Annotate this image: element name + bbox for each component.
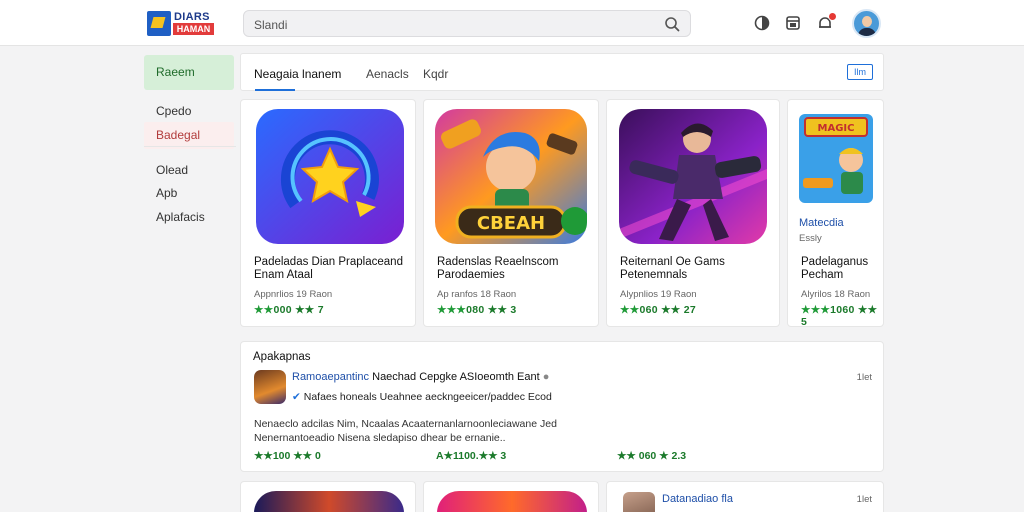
game-card[interactable]: Reiternanl Oe Gams Petenemnals Alypnlios… (606, 99, 780, 327)
reviewer-avatar[interactable] (623, 492, 655, 512)
game-rating: ★★060 ★★ 27 (620, 304, 697, 316)
review-subheader-text: Nafaes honeals Ueahnee aeckngeeicer/padd… (303, 391, 552, 403)
top-bar: DIARS HAMAN Slandi (0, 0, 1024, 46)
game-category: Essly (799, 233, 822, 244)
notification-badge (828, 12, 837, 21)
review-card[interactable]: Datanadiao fla 1let (606, 481, 884, 512)
game-card[interactable]: MAGIC Matecdia Essly Padelaganus Pecham … (787, 99, 884, 327)
tabs-bar: Neagaia lnanem Aenacls Kqdr Ilm (240, 53, 884, 91)
game-card[interactable] (423, 481, 599, 512)
game-title: Padeladas Dian Praplaceand Enam Ataal (254, 256, 403, 281)
reviewer-avatar[interactable] (254, 370, 286, 404)
game-art-hero-icon: CBEAH (435, 109, 587, 244)
game-meta: Ap ranfos 18 Raon (437, 289, 517, 300)
sidebar-divider (144, 146, 236, 147)
review-time: 1let (856, 494, 872, 505)
theme-icon[interactable] (753, 14, 771, 32)
svg-text:MAGIC: MAGIC (818, 123, 855, 134)
sidebar-item-home[interactable]: Raeem (144, 55, 234, 90)
game-art-star-icon (256, 109, 404, 244)
review-header: Ramoaepantinc Naechad Cepgke ASIoeomth E… (292, 371, 549, 383)
reviews-title: Apakapnas (253, 351, 311, 363)
review-time: 1let (856, 372, 872, 383)
game-rating: ★★000 ★★ 7 (254, 304, 324, 316)
sidebar-item-6[interactable]: Aplafacis (144, 206, 234, 228)
app-logo[interactable]: DIARS HAMAN (147, 11, 215, 36)
game-meta: Alyrilos 18 Raon (801, 289, 871, 300)
reviews-panel: Apakapnas Ramoaepantinc Naechad Cepgke A… (240, 341, 884, 472)
svg-text:CBEAH: CBEAH (477, 213, 545, 234)
avatar-head-shape (862, 16, 872, 27)
search-placeholder: Slandi (254, 18, 288, 32)
tab-1[interactable]: Neagaia lnanem (254, 67, 341, 81)
sidebar-item-2[interactable]: Cpedo (144, 100, 234, 122)
game-rating: ★★★1060 ★★ 5 (801, 304, 878, 327)
logo-text-bottom: HAMAN (173, 23, 214, 35)
avatar-body-shape (858, 28, 876, 36)
verified-icon: ● (542, 371, 550, 383)
review-app-name[interactable]: Datanadiao fla (662, 493, 733, 505)
sidebar-item-5[interactable]: Apb (144, 182, 234, 204)
search-input[interactable]: Slandi (243, 10, 691, 37)
logo-text-top: DIARS (174, 11, 210, 23)
game-title: Padelaganus Pecham (801, 256, 869, 281)
game-art-runner-icon: MAGIC (799, 114, 873, 203)
tab-2[interactable]: Aenacls (366, 67, 409, 81)
review-subheader: ✔ Nafaes honeals Ueahnee aeckngeeicer/pa… (292, 391, 552, 403)
game-meta: Alypnlios 19 Raon (620, 289, 697, 300)
store-icon[interactable] (784, 14, 802, 32)
search-icon[interactable] (664, 16, 680, 32)
game-developer: Matecdia (799, 217, 844, 229)
verified-check-icon: ✔ (292, 391, 301, 403)
active-tab-indicator (255, 89, 295, 91)
game-art-warrior-icon (619, 109, 767, 244)
game-card[interactable] (240, 481, 416, 512)
game-meta: Appnrlios 19 Raon (254, 289, 333, 300)
game-title: Radenslas Reaelnscom Parodaemies (437, 256, 559, 281)
review-rating: A★1100.★★ 3 (436, 450, 507, 462)
review-app-name[interactable]: Ramoaepantinc (292, 371, 369, 383)
user-avatar[interactable] (852, 9, 881, 38)
game-card[interactable]: Padeladas Dian Praplaceand Enam Ataal Ap… (240, 99, 416, 327)
review-rating: ★★ 060 ★ 2.3 (617, 450, 687, 462)
filter-button[interactable]: Ilm (847, 64, 873, 80)
sidebar-item-3[interactable]: Badegal (144, 122, 234, 149)
tab-3[interactable]: Kqdr (423, 67, 448, 81)
review-rating: ★★100 ★★ 0 (254, 450, 321, 462)
review-header-text: Naechad Cepgke ASIoeomth Eant (372, 371, 540, 383)
game-art-icon (437, 491, 587, 512)
game-rating: ★★★080 ★★ 3 (437, 304, 517, 316)
sidebar-item-4[interactable]: Olead (144, 159, 234, 181)
game-art-icon (254, 491, 404, 512)
game-card[interactable]: CBEAH Radenslas Reaelnscom Parodaemies A… (423, 99, 599, 327)
game-title: Reiternanl Oe Gams Petenemnals (620, 256, 725, 281)
logo-badge-icon (147, 11, 171, 36)
review-body: Nenaeclo adcilas Nim, Ncaalas Acaaternan… (254, 418, 557, 444)
